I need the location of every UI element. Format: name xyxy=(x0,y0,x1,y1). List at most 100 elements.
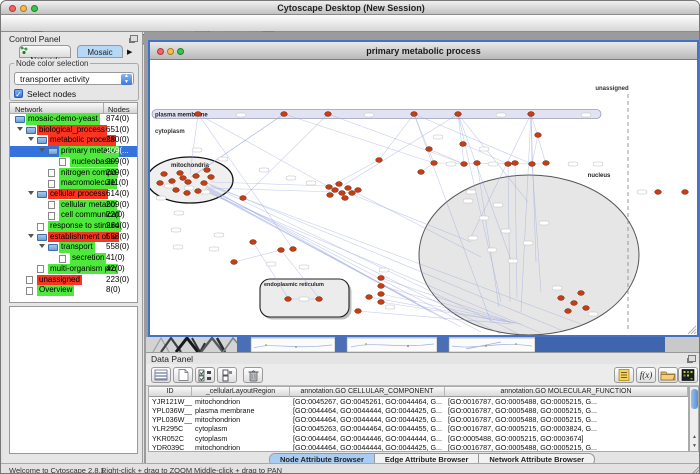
table-cell[interactable]: [GO:0016787, GO:0005488, GO:0005215, G..… xyxy=(445,397,688,406)
network-node[interactable] xyxy=(285,297,292,302)
network-canvas[interactable]: plasma membrane cytoplasm mitochondria n… xyxy=(150,60,697,335)
tree-row[interactable]: macromolecule311(0) xyxy=(10,178,137,189)
network-node[interactable] xyxy=(231,260,238,265)
network-node[interactable] xyxy=(345,186,352,191)
table-cell[interactable]: cytoplasm xyxy=(192,434,290,443)
table-cell[interactable]: [GO:0016787, GO:0005488, GO:0005215, G..… xyxy=(445,443,688,452)
table-cell[interactable]: [GO:0045263, GO:0044464, GO:0044455, G..… xyxy=(290,424,445,433)
network-node[interactable] xyxy=(505,162,512,167)
close-view-button[interactable] xyxy=(157,48,164,55)
table-cell[interactable]: [GO:0016787, GO:0005488, GO:0005215, G..… xyxy=(445,406,688,415)
expand-arrow-icon[interactable] xyxy=(17,127,23,131)
expand-arrow-icon[interactable] xyxy=(28,234,34,238)
network-node[interactable] xyxy=(173,188,180,193)
resize-grip-icon[interactable] xyxy=(688,326,696,334)
table-cell[interactable]: [GO:0044464, GO:0044444, GO:0044425, G..… xyxy=(290,406,445,415)
table-cell[interactable]: plasma membrane xyxy=(192,406,290,415)
tree-row[interactable]: mosaic-demo-yeast874(0) xyxy=(10,114,137,125)
network-node[interactable] xyxy=(325,112,332,117)
table-cell[interactable]: YLR295C xyxy=(149,424,192,433)
network-node[interactable] xyxy=(184,191,191,196)
network-node[interactable] xyxy=(378,284,385,289)
network-node[interactable] xyxy=(177,171,184,176)
network-node[interactable] xyxy=(208,175,215,180)
tree-row[interactable]: biological_process651(0) xyxy=(10,125,137,136)
network-node[interactable] xyxy=(290,247,297,252)
network-node[interactable] xyxy=(460,142,467,147)
tree-row[interactable]: multi-organism pro42(0) xyxy=(10,264,137,275)
network-node[interactable] xyxy=(336,182,343,187)
network-node[interactable] xyxy=(529,162,536,167)
tree-row-label[interactable]: biological_process xyxy=(37,125,107,136)
network-overview-panel[interactable] xyxy=(9,306,138,454)
network-node[interactable] xyxy=(378,276,385,281)
network-node[interactable] xyxy=(195,189,202,194)
table-cell[interactable]: [GO:0016787, GO:0005488, GO:0005215, G..… xyxy=(445,415,688,424)
network-node[interactable] xyxy=(201,181,208,186)
table-cell[interactable]: mitochondrion xyxy=(192,415,290,424)
network-node[interactable] xyxy=(578,291,585,296)
network-node[interactable] xyxy=(332,188,339,193)
tree-row[interactable]: cell communicat22(0) xyxy=(10,210,137,221)
scroll-up-icon[interactable]: ▲ xyxy=(691,433,698,441)
tree-row[interactable]: Overview8(0) xyxy=(10,285,137,296)
tree-row[interactable]: nucleobase-209(0) xyxy=(10,157,137,168)
expand-arrow-icon[interactable] xyxy=(28,191,34,195)
network-edge[interactable] xyxy=(284,114,434,163)
table-column-header[interactable]: annotation.GO MOLECULAR_FUNCTION xyxy=(445,387,688,397)
tab-network[interactable]: Network xyxy=(19,45,71,58)
table-cell[interactable]: mitochondrion xyxy=(192,397,290,406)
network-graph[interactable]: plasma membrane cytoplasm mitochondria n… xyxy=(150,60,697,335)
tree-row[interactable]: transport558(0) xyxy=(10,242,137,253)
table-cell[interactable]: YPL036W__1 xyxy=(149,415,192,424)
function-builder-button[interactable]: f(x) xyxy=(636,367,656,383)
network-edge[interactable] xyxy=(196,114,284,174)
zoom-window-button[interactable] xyxy=(31,5,38,12)
window-titlebar[interactable]: Cytoscape Desktop (New Session) xyxy=(1,1,700,15)
network-node[interactable] xyxy=(455,112,462,117)
table-scrollbar[interactable]: ▲ ▼ xyxy=(689,386,699,452)
network-node[interactable] xyxy=(431,161,438,166)
table-cell[interactable]: [GO:0044464, GO:0044444, GO:0044425, G..… xyxy=(290,415,445,424)
network-node[interactable] xyxy=(378,300,385,305)
tab-overflow-button[interactable]: ▶ xyxy=(127,48,132,56)
table-cell[interactable]: YPL036W__2 xyxy=(149,406,192,415)
nucleus-region[interactable] xyxy=(419,175,639,335)
table-cell[interactable]: YKR052C xyxy=(149,434,192,443)
network-node[interactable] xyxy=(543,161,550,166)
table-column-header[interactable]: ID xyxy=(149,387,192,397)
network-node[interactable] xyxy=(376,158,383,163)
table-cell[interactable]: cytoplasm xyxy=(192,424,290,433)
network-node[interactable] xyxy=(342,196,349,201)
network-view-window[interactable]: primary metabolic process plasma membran… xyxy=(148,40,699,337)
network-node[interactable] xyxy=(418,170,425,175)
network-node[interactable] xyxy=(339,191,346,196)
network-node[interactable] xyxy=(411,112,418,117)
network-node[interactable] xyxy=(655,190,662,195)
network-node[interactable] xyxy=(378,292,385,297)
network-node[interactable] xyxy=(326,185,333,190)
tree-row-label[interactable]: Overview xyxy=(37,285,74,296)
tree-header-network[interactable]: Network xyxy=(15,105,43,114)
network-edge[interactable] xyxy=(532,135,538,164)
network-node[interactable] xyxy=(195,112,202,117)
network-node[interactable] xyxy=(278,248,285,253)
network-edge[interactable] xyxy=(336,114,458,190)
network-edge[interactable] xyxy=(234,250,281,262)
network-node[interactable] xyxy=(355,188,362,193)
scrollbar-thumb[interactable] xyxy=(691,389,698,409)
network-node[interactable] xyxy=(565,309,572,314)
network-node[interactable] xyxy=(558,296,565,301)
tree-row[interactable]: establishment of lo558(0) xyxy=(10,232,137,243)
select-all-attributes-button[interactable] xyxy=(195,367,215,383)
tree-row[interactable]: metabolic process280(0) xyxy=(10,135,137,146)
network-window-titlebar[interactable]: primary metabolic process xyxy=(150,42,697,60)
table-cell[interactable]: [GO:0045267, GO:0045261, GO:0044464, G..… xyxy=(290,397,445,406)
network-node[interactable] xyxy=(193,174,200,179)
tree-header-nodes[interactable]: Nodes xyxy=(108,105,130,114)
network-node[interactable] xyxy=(355,309,362,314)
tree-row[interactable]: response to stimulu264(0) xyxy=(10,221,137,232)
new-attribute-button[interactable] xyxy=(173,367,193,383)
tree-row[interactable]: cellular process614(0) xyxy=(10,189,137,200)
table-cell[interactable]: [GO:0005488, GO:0005215, GO:0003674] xyxy=(445,434,688,443)
